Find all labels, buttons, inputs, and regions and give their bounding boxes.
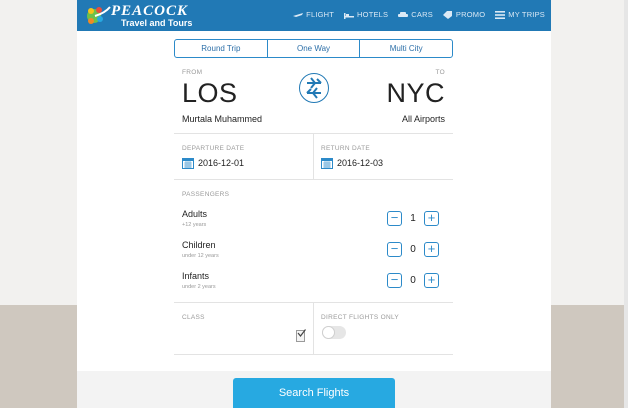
- check-icon: [297, 329, 306, 337]
- return-date-value: 2016-12-03: [337, 158, 384, 168]
- from-label: FROM: [182, 69, 203, 76]
- increment-button[interactable]: +: [424, 242, 439, 257]
- increment-button[interactable]: +: [424, 273, 439, 288]
- to-label: TO: [435, 69, 445, 76]
- brand-tagline: Travel and Tours: [121, 18, 193, 28]
- plane-icon: [293, 12, 304, 17]
- direct-flights-toggle[interactable]: [322, 326, 346, 339]
- nav-hotels-label: HOTELS: [357, 10, 389, 19]
- trip-type-tabs: Round Trip One Way Multi City: [174, 39, 453, 58]
- scrollbar[interactable]: [624, 0, 628, 408]
- passenger-age-hint: +12 years: [182, 222, 207, 228]
- nav-cars[interactable]: CARS: [398, 10, 433, 19]
- swap-route-button[interactable]: [299, 73, 329, 103]
- passenger-row-infants: Infants under 2 years: [182, 271, 216, 290]
- decrement-button[interactable]: −: [387, 273, 402, 288]
- passenger-row-adults: Adults +12 years: [182, 209, 207, 228]
- main-nav: FLIGHT HOTELS CARS PROMO MY TRIPS: [293, 10, 545, 19]
- tab-round-trip[interactable]: Round Trip: [175, 40, 267, 57]
- peacock-logo-icon: [87, 6, 111, 24]
- increment-button[interactable]: +: [424, 211, 439, 226]
- passenger-type: Children: [182, 240, 216, 250]
- children-count: 0: [410, 244, 416, 255]
- decrement-button[interactable]: −: [387, 242, 402, 257]
- class-select[interactable]: [296, 329, 306, 342]
- return-date-field[interactable]: 2016-12-03: [321, 157, 383, 169]
- passenger-age-hint: under 12 years: [182, 253, 219, 259]
- bed-icon: [344, 12, 355, 19]
- nav-my-trips-label: MY TRIPS: [508, 10, 545, 19]
- toggle-knob: [322, 326, 335, 339]
- nav-promo-label: PROMO: [455, 10, 486, 19]
- brand-logo[interactable]: PEACOCK Travel and Tours: [85, 3, 205, 29]
- departure-date-value: 2016-12-01: [198, 158, 245, 168]
- swap-planes-icon: [306, 77, 322, 99]
- passenger-row-children: Children under 12 years: [182, 240, 219, 259]
- nav-cars-label: CARS: [411, 10, 433, 19]
- return-date-label: RETURN DATE: [321, 145, 371, 152]
- calendar-icon: [182, 158, 194, 169]
- nav-my-trips[interactable]: MY TRIPS: [495, 10, 545, 19]
- flight-search-app: PEACOCK Travel and Tours FLIGHT HOTELS C…: [77, 0, 551, 408]
- departure-date-label: DEPARTURE DATE: [182, 145, 245, 152]
- tag-icon: [442, 10, 452, 19]
- divider: [313, 303, 314, 354]
- divider: [313, 134, 314, 179]
- car-icon: [398, 11, 409, 17]
- infants-stepper: − 0 +: [387, 273, 439, 288]
- infants-count: 0: [410, 275, 416, 286]
- passenger-type: Adults: [182, 209, 208, 219]
- direct-flights-label: DIRECT FLIGHTS ONLY: [321, 314, 400, 321]
- nav-flight-label: FLIGHT: [306, 10, 335, 19]
- nav-hotels[interactable]: HOTELS: [344, 10, 388, 19]
- origin-airport: Murtala Muhammed: [182, 114, 263, 124]
- divider: [174, 354, 453, 355]
- adults-stepper: − 1 +: [387, 211, 439, 226]
- tab-one-way[interactable]: One Way: [266, 40, 360, 57]
- divider: [174, 179, 453, 180]
- children-stepper: − 0 +: [387, 242, 439, 257]
- destination-airport: All Airports: [401, 114, 445, 124]
- decrement-button[interactable]: −: [387, 211, 402, 226]
- class-label: CLASS: [182, 314, 205, 321]
- passenger-age-hint: under 2 years: [182, 284, 216, 290]
- nav-flight[interactable]: FLIGHT: [293, 10, 334, 19]
- search-flights-button[interactable]: Search Flights: [233, 378, 395, 408]
- passenger-type: Infants: [182, 271, 210, 281]
- origin-code[interactable]: LOS: [182, 78, 238, 109]
- nav-promo[interactable]: PROMO: [442, 10, 486, 19]
- adults-count: 1: [410, 213, 416, 224]
- passengers-label: PASSENGERS: [182, 191, 230, 198]
- list-icon: [495, 10, 506, 19]
- destination-code[interactable]: NYC: [386, 78, 445, 109]
- calendar-icon: [321, 158, 333, 169]
- top-navigation-bar: PEACOCK Travel and Tours FLIGHT HOTELS C…: [77, 0, 551, 31]
- tab-multi-city[interactable]: Multi City: [359, 40, 452, 57]
- departure-date-field[interactable]: 2016-12-01: [182, 157, 244, 169]
